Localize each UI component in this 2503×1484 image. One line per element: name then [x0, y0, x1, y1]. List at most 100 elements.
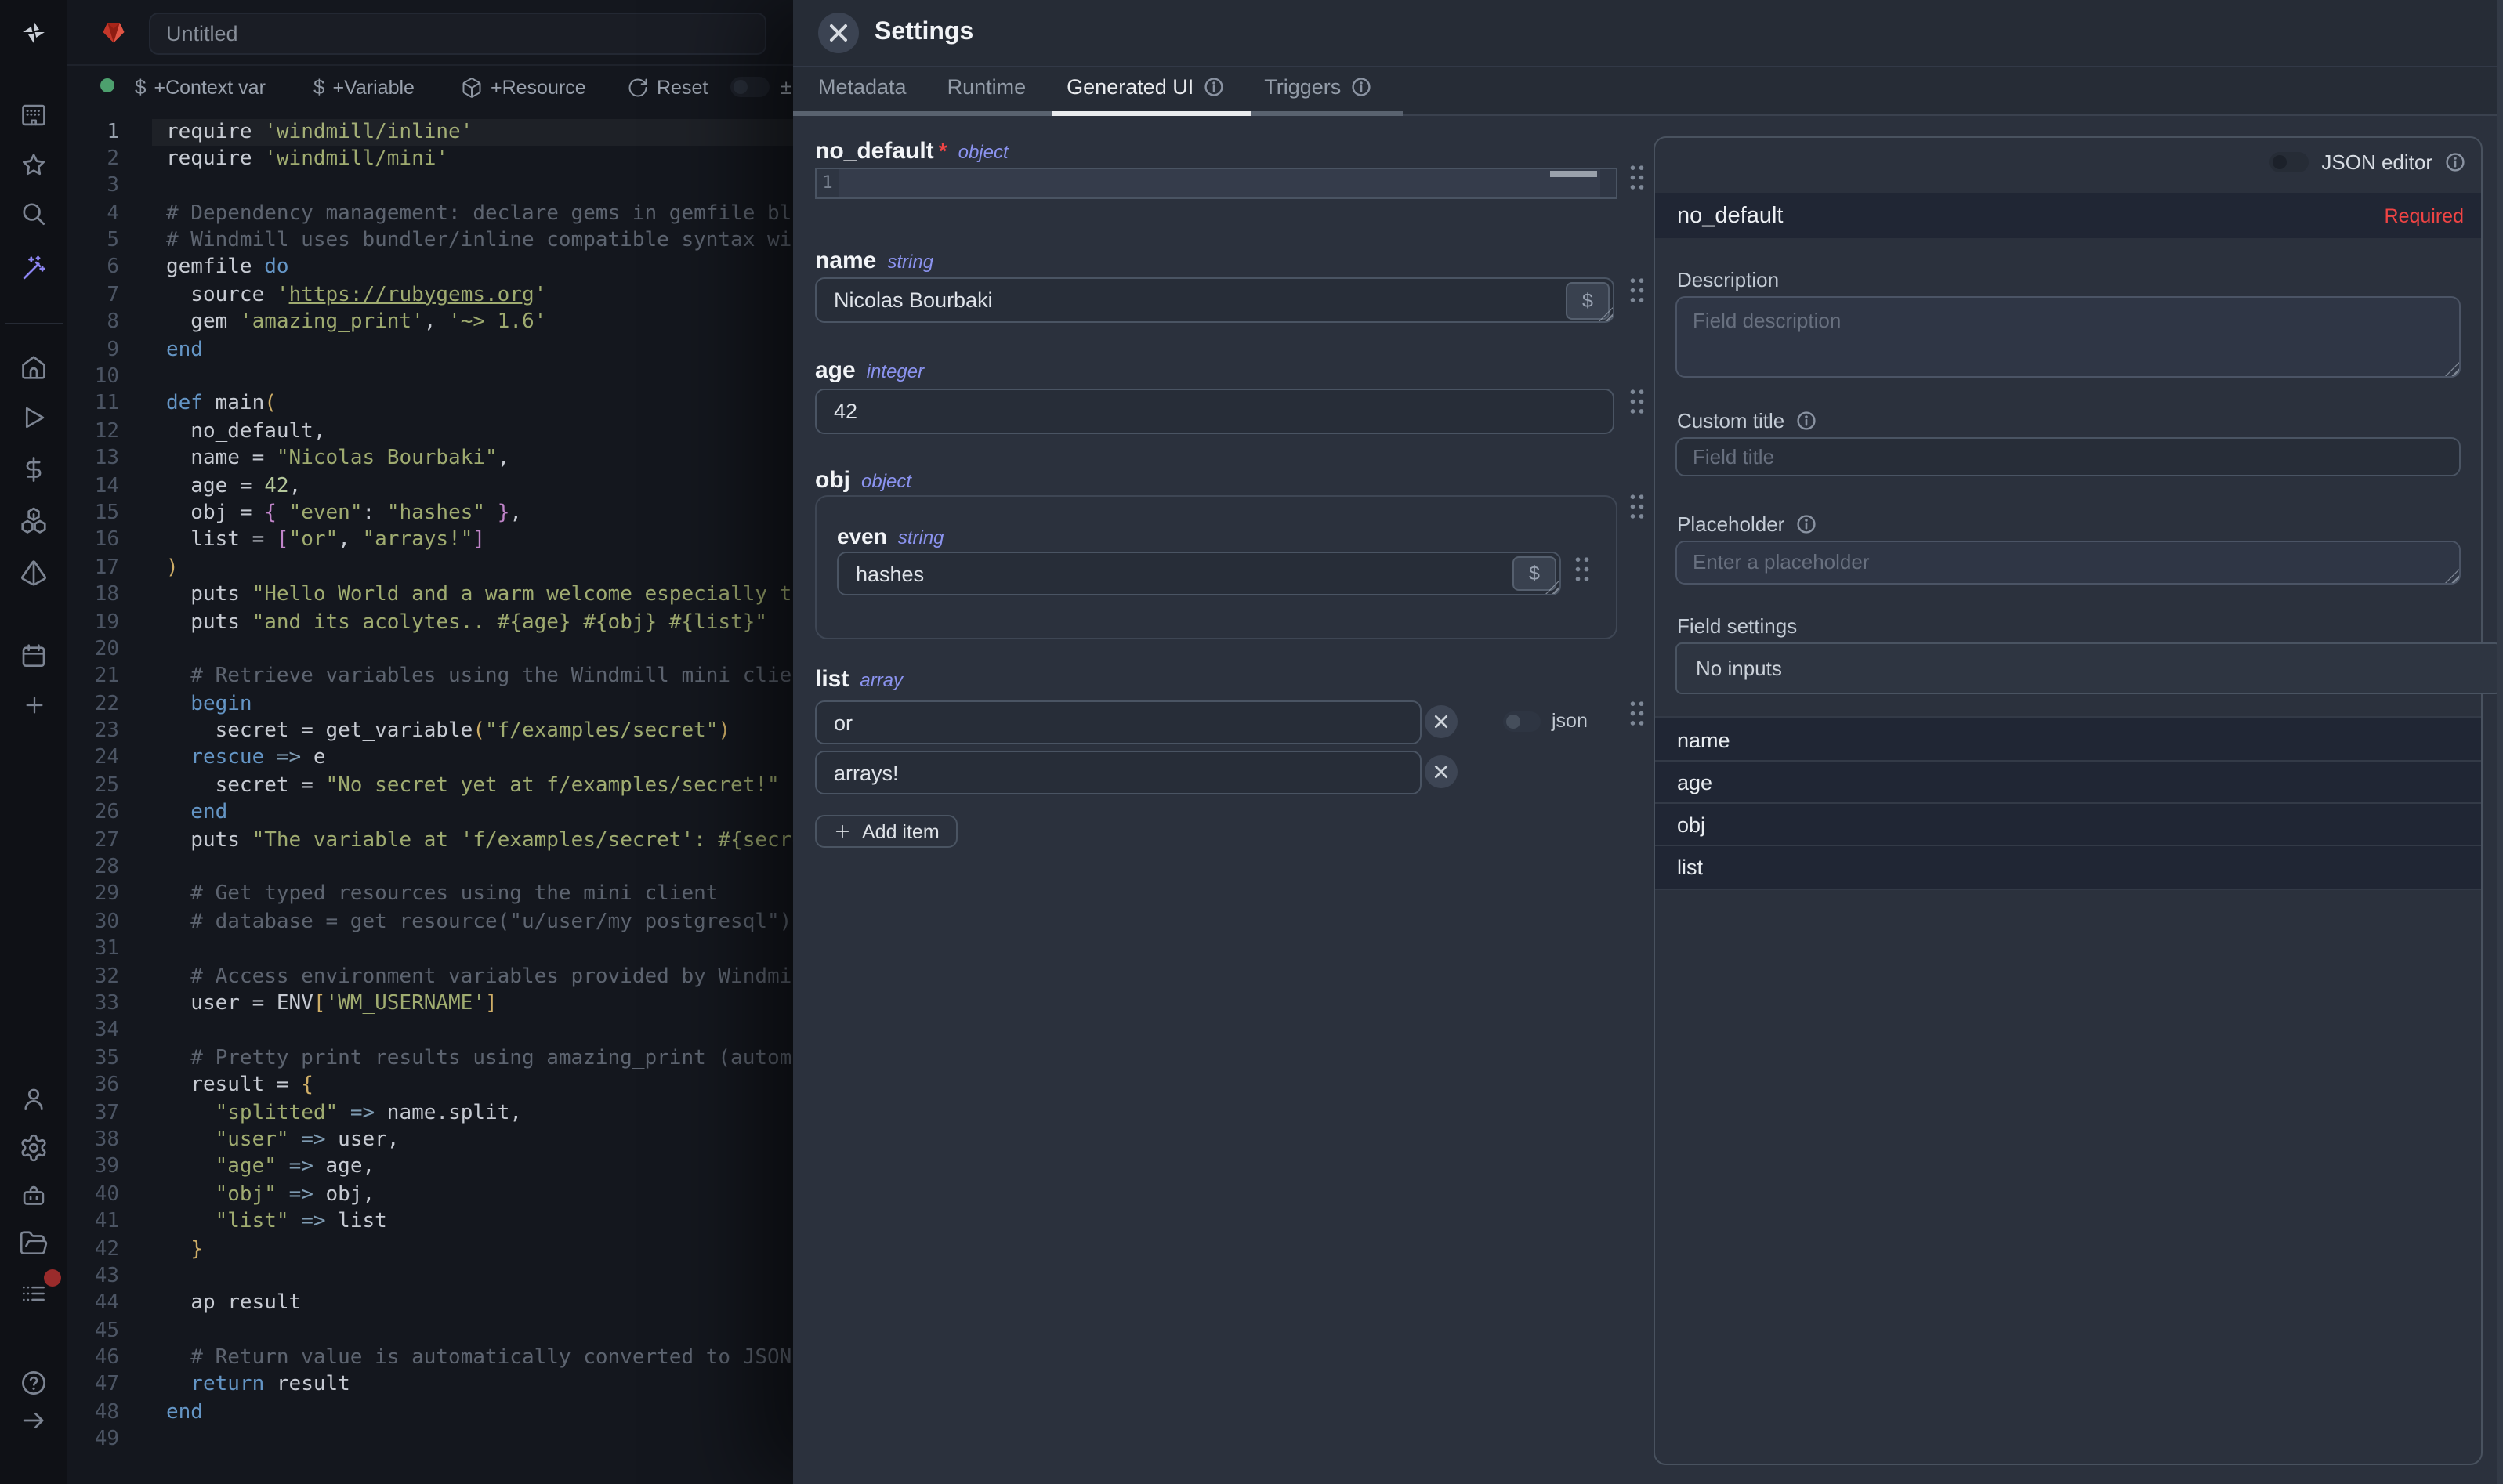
runs-play-icon[interactable]: [18, 401, 49, 433]
placeholder-label: Placeholder: [1677, 512, 1816, 536]
json-editor-label: JSON editor: [2321, 150, 2432, 174]
reset-button[interactable]: Reset: [627, 66, 708, 108]
close-icon[interactable]: [818, 13, 859, 53]
settings-gear-icon[interactable]: [18, 1131, 49, 1163]
info-icon: [1795, 411, 1816, 431]
field-label-age: age integer: [815, 357, 924, 384]
description-label: Description: [1677, 268, 1779, 291]
drag-handle-age[interactable]: [1628, 387, 1646, 414]
notification-dot: [44, 1269, 61, 1287]
custom-title-label: Custom title: [1677, 409, 1816, 433]
modal-title: Settings: [875, 19, 973, 47]
info-icon: [1350, 77, 1371, 97]
favorites-star-icon[interactable]: [18, 149, 49, 180]
list-item-input-1[interactable]: [815, 751, 1422, 794]
tab-underline-active: [1052, 111, 1251, 116]
drag-handle-list[interactable]: [1628, 699, 1646, 726]
info-icon: [1203, 77, 1223, 97]
remove-item-icon[interactable]: [1425, 755, 1458, 788]
field-row-age[interactable]: age: [1655, 760, 2481, 804]
description-textarea[interactable]: [1675, 296, 2461, 378]
mini-editor-scrollbar[interactable]: [1550, 171, 1597, 176]
add-plus-icon[interactable]: [18, 690, 49, 721]
field-inspector-card: JSON editor no_default Required Descript…: [1654, 136, 2483, 1465]
dollar-icon: $: [313, 75, 324, 99]
search-icon[interactable]: [18, 198, 49, 230]
field-settings-empty: No inputs: [1675, 642, 2501, 694]
package-icon: [461, 76, 483, 98]
reset-icon: [627, 76, 649, 98]
remove-item-icon[interactable]: [1425, 705, 1458, 738]
obj-object-container: even string $: [815, 495, 1617, 639]
resources-boxes-icon[interactable]: [18, 503, 49, 534]
sidebar: [0, 0, 67, 1484]
mini-editor-scroll-strip: [1600, 169, 1616, 197]
user-icon[interactable]: [18, 1084, 49, 1115]
calendar-icon[interactable]: [18, 639, 49, 671]
selected-field-row[interactable]: no_default Required: [1655, 193, 2481, 238]
field-label-list: list array: [815, 666, 903, 693]
status-dot: [100, 78, 114, 92]
tab-underline-left: [793, 111, 1052, 116]
placeholder-textarea[interactable]: [1675, 541, 2461, 585]
tab-underline-right: [1251, 111, 1403, 116]
field-settings-label: Field settings: [1677, 614, 1797, 638]
tab-border: [1403, 114, 2503, 116]
script-title-input[interactable]: [149, 13, 766, 55]
home-icon[interactable]: [18, 351, 49, 382]
name-input[interactable]: [815, 277, 1614, 323]
schedules-pyramid-icon[interactable]: [18, 555, 49, 586]
folders-icon[interactable]: [18, 1228, 49, 1259]
editor-toggle[interactable]: [730, 77, 770, 97]
settings-modal: Settings Metadata Runtime Generated UI T…: [793, 0, 2503, 1484]
variables-dollar-icon[interactable]: [18, 453, 49, 484]
field-label-name: name string: [815, 248, 933, 274]
name-dollar-button[interactable]: $: [1566, 282, 1610, 320]
ai-wand-icon[interactable]: [18, 252, 49, 284]
help-icon[interactable]: [18, 1367, 49, 1399]
json-toggle[interactable]: [1503, 711, 1541, 732]
drag-handle-obj[interactable]: [1628, 492, 1646, 519]
tab-generated-ui[interactable]: Generated UI: [1067, 75, 1223, 99]
tab-runtime[interactable]: Runtime: [947, 75, 1027, 99]
custom-title-input[interactable]: [1675, 437, 2461, 476]
sidebar-divider: [5, 323, 63, 324]
drag-handle-even[interactable]: [1574, 555, 1591, 581]
json-editor-toggle[interactable]: [2269, 152, 2309, 172]
modal-scrollbar[interactable]: [2496, 0, 2503, 1484]
plus-icon: [834, 823, 851, 840]
age-input[interactable]: [815, 389, 1614, 434]
add-item-button[interactable]: Add item: [815, 815, 958, 848]
field-row-obj[interactable]: obj: [1655, 802, 2481, 846]
add-context-var-button[interactable]: $ +Context var: [135, 66, 266, 108]
workspace-icon[interactable]: [18, 99, 49, 130]
info-icon: [2445, 152, 2465, 172]
collapse-arrow-icon[interactable]: [18, 1405, 49, 1436]
field-row-name[interactable]: name: [1655, 716, 2481, 762]
tab-metadata[interactable]: Metadata: [818, 75, 907, 99]
ruby-language-icon: [100, 19, 127, 45]
even-dollar-button[interactable]: $: [1512, 556, 1556, 591]
dollar-icon: $: [135, 75, 146, 99]
json-toggle-label: json: [1552, 710, 1588, 732]
modal-tabs: Metadata Runtime Generated UI Triggers: [818, 75, 1371, 99]
field-label-no_default: no_default* object: [815, 138, 1009, 165]
field-label-obj: obj object: [815, 467, 911, 494]
field-row-list[interactable]: list: [1655, 845, 2481, 890]
tab-triggers[interactable]: Triggers: [1264, 75, 1371, 99]
info-icon: [1795, 514, 1816, 534]
required-badge: Required: [2385, 205, 2464, 226]
list-item-input-0[interactable]: [815, 700, 1422, 744]
app-window: $ +Context var $ +Variable +Resource Res…: [0, 0, 2503, 1484]
drag-handle-no_default[interactable]: [1628, 163, 1646, 190]
add-resource-button[interactable]: +Resource: [461, 66, 586, 108]
windmill-logo-icon[interactable]: [18, 16, 49, 47]
diff-toggle[interactable]: ±: [781, 75, 791, 99]
field-label-even: even string: [837, 523, 944, 548]
no-default-json-editor[interactable]: 1: [815, 168, 1617, 199]
drag-handle-name[interactable]: [1628, 276, 1646, 302]
even-input[interactable]: [837, 552, 1561, 595]
add-variable-button[interactable]: $ +Variable: [313, 66, 415, 108]
workers-bot-icon[interactable]: [18, 1181, 49, 1212]
mini-editor-line-number: 1: [817, 169, 839, 197]
